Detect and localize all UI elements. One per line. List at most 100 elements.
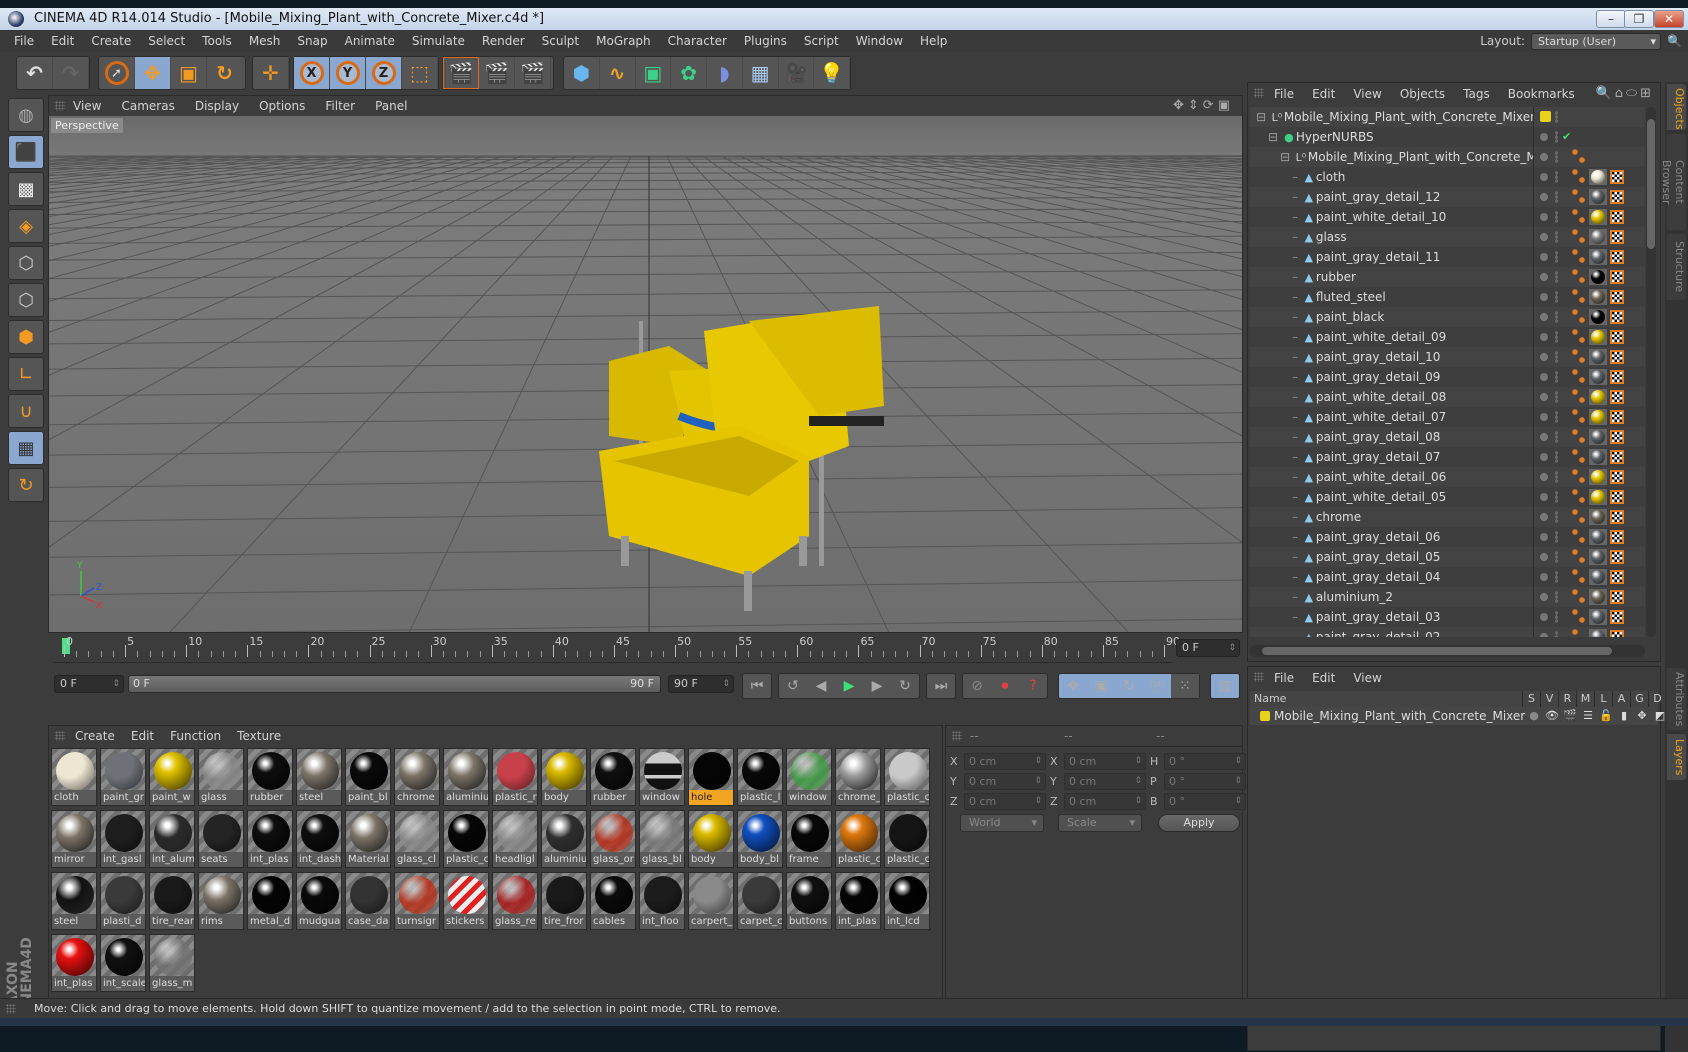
material-tag-icon[interactable] [1589, 469, 1607, 485]
visibility-toggle-icon[interactable] [1555, 131, 1558, 143]
record-icon[interactable]: ⏺ [991, 674, 1019, 698]
phong-tag-icon[interactable] [1572, 569, 1586, 585]
enabled-check-icon[interactable]: ✔ [1562, 127, 1571, 147]
material-menu-texture[interactable]: Texture [237, 729, 281, 743]
layer-dot-icon[interactable] [1540, 593, 1548, 601]
material-swatch[interactable]: hole [688, 748, 734, 806]
menu-select[interactable]: Select [148, 34, 185, 48]
uvw-tag-icon[interactable] [1610, 330, 1624, 344]
object-menu-bookmarks[interactable]: Bookmarks [1508, 87, 1575, 101]
render-settings-icon[interactable]: 🎬 [515, 57, 551, 89]
render-view-icon[interactable]: 🎬 [443, 57, 479, 89]
material-tag-icon[interactable] [1589, 529, 1607, 545]
material-swatch[interactable]: rubber [590, 748, 636, 806]
object-row[interactable]: – ▲ paint_gray_detail_09 [1250, 367, 1645, 387]
visibility-toggle-icon[interactable] [1555, 331, 1558, 343]
visibility-toggle-icon[interactable] [1555, 431, 1558, 443]
camera-icon[interactable]: 🎥 [779, 57, 815, 89]
material-swatch[interactable]: frame [786, 810, 832, 868]
animation-icon[interactable]: ▮ [1615, 707, 1633, 725]
object-row[interactable]: – ▲ fluted_steel [1250, 287, 1645, 307]
phong-tag-icon[interactable] [1572, 529, 1586, 545]
object-row[interactable]: – ▲paint_gray_detail_02 [1250, 627, 1645, 637]
visibility-toggle-icon[interactable] [1555, 271, 1558, 283]
dolly-icon[interactable]: ⇕ [1188, 98, 1203, 113]
uvw-tag-icon[interactable] [1610, 410, 1624, 424]
menu-mograph[interactable]: MoGraph [596, 34, 651, 48]
object-row[interactable]: – ▲ paint_gray_detail_10 [1250, 347, 1645, 367]
rotate-icon[interactable]: ↻ [207, 57, 243, 89]
phong-tag-icon[interactable] [1572, 629, 1586, 637]
material-tag-icon[interactable] [1589, 369, 1607, 385]
material-swatch[interactable]: window [786, 748, 832, 806]
viewport-menu-cameras[interactable]: Cameras [121, 99, 174, 113]
object-row[interactable]: – ▲ paint_white_detail_05 [1250, 487, 1645, 507]
menu-create[interactable]: Create [91, 34, 131, 48]
visibility-toggle-icon[interactable] [1555, 571, 1558, 583]
prev-frame-icon[interactable]: ◀ [807, 674, 835, 698]
orbit-icon[interactable]: ⟳ [1203, 98, 1218, 113]
material-swatch[interactable]: steel [296, 748, 342, 806]
material-menu-edit[interactable]: Edit [131, 729, 154, 743]
visibility-toggle-icon[interactable] [1555, 151, 1558, 163]
menu-snap[interactable]: Snap [297, 34, 327, 48]
uvw-tag-icon[interactable] [1610, 550, 1624, 564]
material-tag-icon[interactable] [1589, 229, 1607, 245]
apply-button[interactable]: Apply [1158, 814, 1240, 832]
maximize-view-icon[interactable]: ▣ [1218, 98, 1234, 113]
phong-tag-icon[interactable] [1572, 549, 1586, 565]
coord-field[interactable]: 0 cm ⇕ [964, 792, 1046, 810]
menu-edit[interactable]: Edit [51, 34, 74, 48]
material-swatch[interactable]: cables [590, 872, 636, 930]
menu-character[interactable]: Character [668, 34, 727, 48]
visibility-toggle-icon[interactable] [1555, 551, 1558, 563]
layer-dot-icon[interactable] [1540, 233, 1548, 241]
material-tag-icon[interactable] [1589, 489, 1607, 505]
spinner-icon[interactable]: ⇕ [1034, 754, 1042, 769]
coord-space-dropdown[interactable]: World ▾ [960, 814, 1044, 832]
visibility-toggle-icon[interactable] [1555, 471, 1558, 483]
model-mode-icon[interactable]: ⬛ [8, 135, 44, 169]
material-swatch[interactable]: mudgua [296, 872, 342, 930]
visibility-toggle-icon[interactable] [1555, 251, 1558, 263]
select-icon[interactable]: ➚ [99, 57, 135, 89]
tab-layers[interactable]: Layers [1667, 734, 1686, 780]
go-to-start-icon[interactable]: ⏮ [743, 674, 771, 698]
visibility-toggle-icon[interactable] [1555, 491, 1558, 503]
material-swatch[interactable]: glass [198, 748, 244, 806]
viewport-menu-display[interactable]: Display [195, 99, 239, 113]
layer-dot-icon[interactable] [1540, 293, 1548, 301]
axis-mode-icon[interactable]: ∟ [8, 357, 44, 391]
phong-tag-icon[interactable] [1572, 329, 1586, 345]
viewport-menu-options[interactable]: Options [259, 99, 305, 113]
object-row[interactable]: – ▲ paint_gray_detail_08 [1250, 427, 1645, 447]
spline-icon[interactable]: ∿ [600, 57, 636, 89]
object-menu-objects[interactable]: Objects [1400, 87, 1445, 101]
object-row[interactable]: – ▲ paint_gray_detail_04 [1250, 567, 1645, 587]
workplane-sync-icon[interactable]: ↻ [8, 468, 44, 502]
texture-mode-icon[interactable]: ▩ [8, 172, 44, 206]
object-row[interactable]: – ▲ cloth [1250, 167, 1645, 187]
object-row[interactable]: ⊟ L⁰ Mobile_Mixing_Plant_with_Concrete_Mi… [1250, 107, 1645, 127]
uvw-tag-icon[interactable] [1610, 570, 1624, 584]
material-swatch[interactable]: headligl [492, 810, 538, 868]
panel-grip-icon[interactable] [1254, 672, 1264, 682]
material-swatch[interactable]: glass_bl [639, 810, 685, 868]
manager-icon[interactable]: ☰ [1579, 707, 1597, 725]
phong-tag-icon[interactable] [1572, 389, 1586, 405]
material-menu-function[interactable]: Function [170, 729, 221, 743]
key-param-icon[interactable]: Ⓟ [1143, 674, 1171, 698]
panel-grip-icon[interactable] [1254, 88, 1264, 98]
layer-menu-view[interactable]: View [1353, 671, 1381, 685]
spinner-icon[interactable]: ⇕ [1234, 794, 1242, 809]
object-vertical-scrollbar[interactable] [1646, 107, 1656, 637]
play-icon[interactable]: ▶ [835, 674, 863, 698]
material-tag-icon[interactable] [1589, 429, 1607, 445]
object-row[interactable]: – ▲ paint_gray_detail_06 [1250, 527, 1645, 547]
material-swatch[interactable]: tire_rear [149, 872, 195, 930]
layer-dot-icon[interactable] [1540, 453, 1548, 461]
layer-dot-icon[interactable] [1540, 573, 1548, 581]
generators-icon[interactable]: ✥ [1633, 707, 1651, 725]
spinner-icon[interactable]: ⇕ [1134, 774, 1142, 789]
menu-file[interactable]: File [14, 34, 34, 48]
